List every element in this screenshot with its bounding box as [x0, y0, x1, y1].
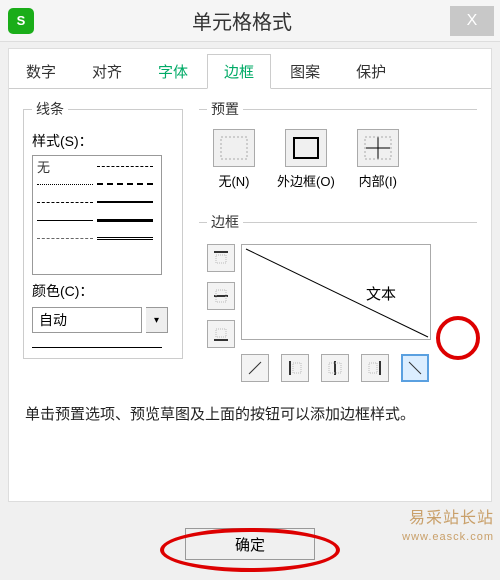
preset-group: 预置 无(N) 外边框(O) 内部(I) [199, 99, 477, 200]
close-button[interactable]: X [450, 6, 494, 36]
color-dropdown[interactable]: 自动 [32, 307, 142, 333]
app-icon: S [8, 8, 34, 34]
watermark: 易采站长站 www.easck.com [402, 509, 494, 544]
border-mid-v-button[interactable] [321, 354, 349, 382]
style-none[interactable]: 无 [37, 157, 50, 176]
style-solid-thin[interactable] [37, 220, 93, 221]
border-preview[interactable]: 文本 [241, 244, 431, 340]
border-bottom-button[interactable] [207, 320, 235, 348]
style-solid-thick[interactable] [97, 219, 153, 222]
style-dash3[interactable] [37, 238, 93, 239]
border-group: 边框 文本 [199, 212, 477, 392]
preset-none-icon [219, 135, 249, 161]
hint-text: 单击预置选项、预览草图及上面的按钮可以添加边框样式。 [25, 404, 475, 427]
style-double[interactable] [97, 237, 153, 240]
tab-content: 线条 样式(S)： 无 [9, 89, 491, 501]
preset-inside-icon [363, 135, 393, 161]
preset-outline[interactable]: 外边框(O) [277, 129, 335, 190]
line-group: 线条 样式(S)： 无 [23, 99, 183, 359]
style-label: 样式(S)： [32, 131, 174, 151]
tab-protect[interactable]: 保护 [339, 54, 403, 89]
tab-pattern[interactable]: 图案 [273, 54, 337, 89]
preview-diagonal [242, 245, 432, 341]
ok-button[interactable]: 确定 [185, 528, 315, 560]
style-dash-thin[interactable] [97, 166, 153, 167]
line-style-list[interactable]: 无 [32, 155, 162, 275]
tab-font[interactable]: 字体 [141, 54, 205, 89]
color-underline [32, 347, 162, 348]
style-dotted[interactable] [37, 184, 93, 185]
preview-text: 文本 [366, 283, 396, 304]
dialog-body: 数字 对齐 字体 边框 图案 保护 线条 样式(S)： 无 [8, 48, 492, 502]
dialog-title: 单元格格式 [34, 6, 450, 35]
tab-number[interactable]: 数字 [9, 54, 73, 89]
preset-outline-icon [291, 135, 321, 161]
titlebar: S 单元格格式 X [0, 0, 500, 42]
tab-border[interactable]: 边框 [207, 54, 271, 89]
border-diag-up-button[interactable] [241, 354, 269, 382]
border-top-button[interactable] [207, 244, 235, 272]
color-dropdown-arrow[interactable]: ▾ [146, 307, 168, 333]
line-legend: 线条 [32, 99, 68, 119]
preset-legend: 预置 [207, 99, 243, 119]
border-diag-down-button[interactable] [401, 354, 429, 382]
border-legend: 边框 [207, 212, 243, 232]
tab-strip: 数字 对齐 字体 边框 图案 保护 [9, 49, 491, 89]
tab-align[interactable]: 对齐 [75, 54, 139, 89]
style-dash-med[interactable] [97, 183, 153, 185]
style-dash2[interactable] [37, 202, 93, 203]
border-right-button[interactable] [361, 354, 389, 382]
border-left-button[interactable] [281, 354, 309, 382]
preset-none[interactable]: 无(N) [213, 129, 255, 190]
border-mid-h-button[interactable] [207, 282, 235, 310]
style-solid-med[interactable] [97, 201, 153, 203]
color-label: 颜色(C)： [32, 281, 174, 301]
preset-inside[interactable]: 内部(I) [357, 129, 399, 190]
